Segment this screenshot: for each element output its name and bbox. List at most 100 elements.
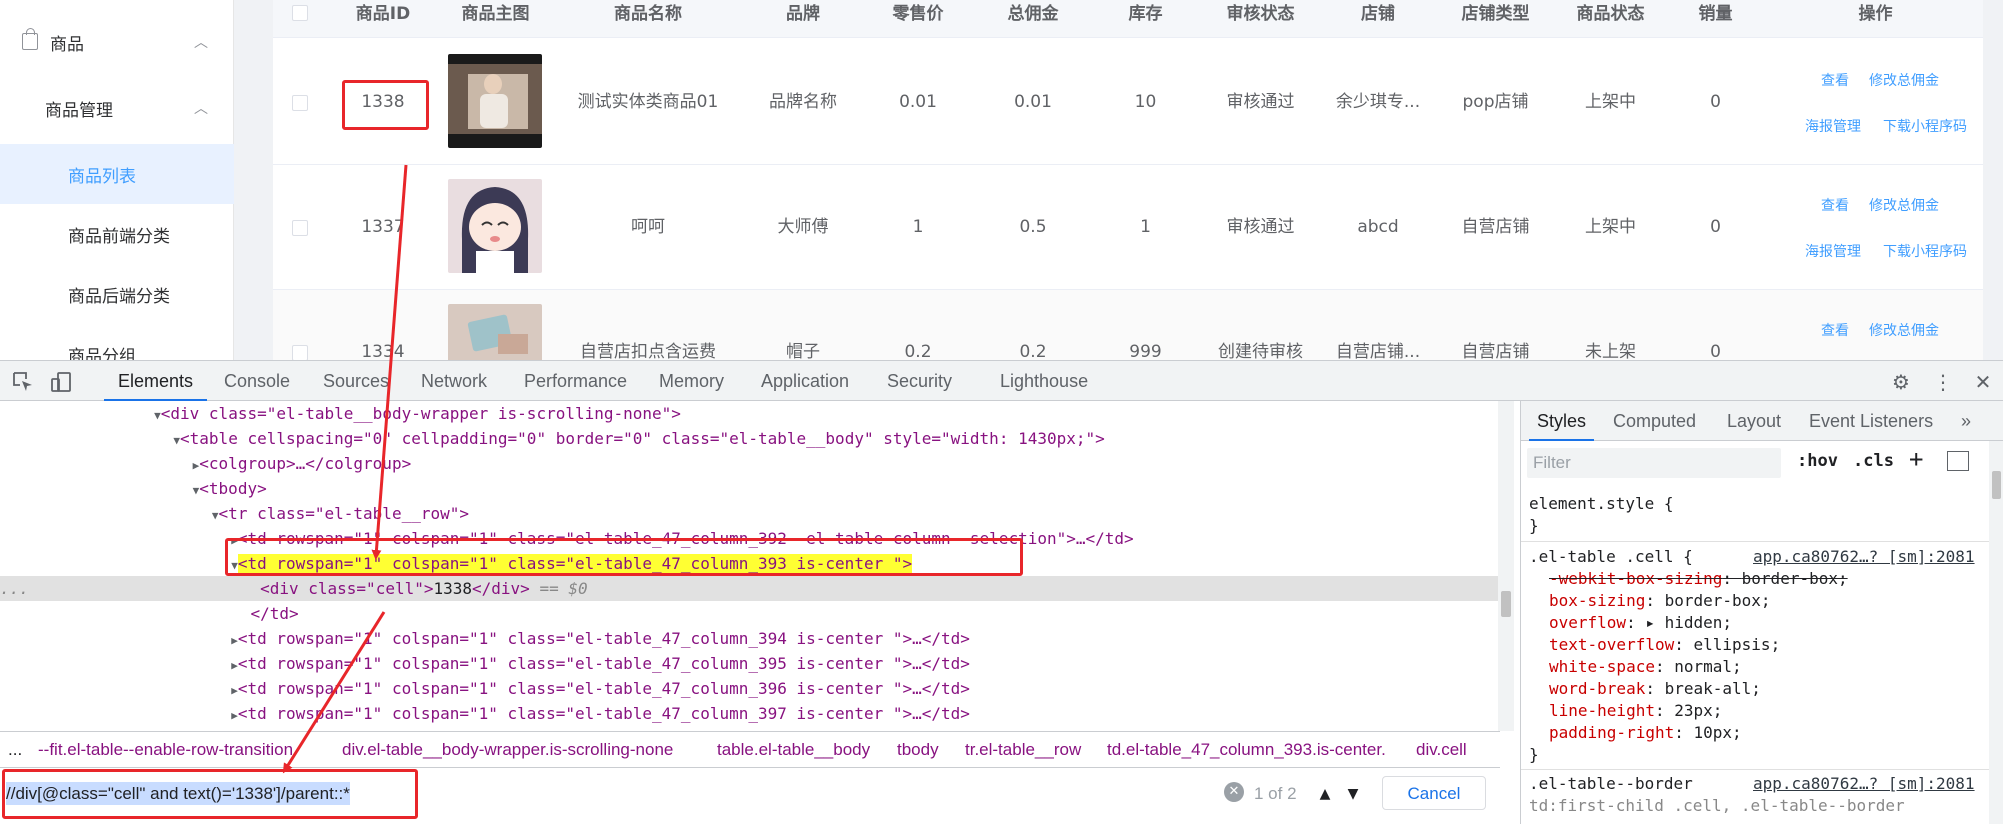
dom-scrollbar[interactable] xyxy=(1498,401,1514,731)
tab-event-listeners[interactable]: Event Listeners xyxy=(1809,401,1933,441)
dom-node[interactable]: </td> xyxy=(0,601,1500,626)
css-selector[interactable]: td:first-child .cell, .el-table--border xyxy=(1529,795,1905,817)
styles-tab-bar: Styles Computed Layout Event Listeners » xyxy=(1521,401,2003,441)
search-next-icon[interactable]: ▼ xyxy=(1340,778,1366,810)
css-value[interactable]: border-box; xyxy=(1665,591,1771,610)
more-options-icon[interactable]: ⋮ xyxy=(1932,371,1954,393)
close-icon[interactable]: ✕ xyxy=(1972,371,1994,393)
tab-overflow[interactable]: » xyxy=(1961,401,1971,441)
css-property[interactable]: line-height xyxy=(1549,701,1655,720)
select-all-checkbox[interactable] xyxy=(292,5,308,21)
sidebar-sub-goods-management[interactable]: 商品管理 ︿ xyxy=(0,78,234,138)
css-property[interactable]: padding-right xyxy=(1549,723,1674,742)
breadcrumb-item[interactable]: table.el-table__body xyxy=(717,732,870,767)
styles-filter-input[interactable]: Filter xyxy=(1527,448,1781,478)
css-selector[interactable]: .el-table--border xyxy=(1529,773,1693,795)
dom-node[interactable]: ▼<div class="el-table__body-wrapper is-s… xyxy=(0,401,1500,426)
css-value[interactable]: hidden; xyxy=(1665,613,1732,632)
css-property[interactable]: overflow xyxy=(1549,613,1626,632)
css-value[interactable]: break-all; xyxy=(1665,679,1761,698)
css-property[interactable]: white-space xyxy=(1549,657,1655,676)
poster-link[interactable]: 海报管理 xyxy=(1805,116,1861,136)
css-property[interactable]: word-break xyxy=(1549,679,1645,698)
settings-gear-icon[interactable]: ⚙ xyxy=(1890,371,1912,393)
row-checkbox[interactable] xyxy=(292,95,308,111)
sidebar-item-goods-list[interactable]: 商品列表 xyxy=(0,144,234,204)
dom-node[interactable]: ▶<td rowspan="1" colspan="1" class="el-t… xyxy=(0,701,1500,726)
inspect-element-icon[interactable] xyxy=(12,371,34,393)
hov-toggle[interactable]: :hov xyxy=(1797,451,1838,471)
dom-node-highlighted[interactable]: ▼<td rowspan="1" colspan="1" class="el-t… xyxy=(0,551,1500,576)
css-value[interactable]: 23px; xyxy=(1674,701,1722,720)
css-property[interactable]: box-sizing xyxy=(1549,591,1645,610)
tab-security[interactable]: Security xyxy=(887,361,952,401)
element-style-rule[interactable]: element.style { xyxy=(1529,493,1674,515)
tab-elements[interactable]: Elements xyxy=(103,361,208,401)
scrollbar-thumb[interactable] xyxy=(1992,471,2001,499)
dom-node[interactable]: ▶<td rowspan="1" colspan="1" class="el-t… xyxy=(0,526,1500,551)
dom-node[interactable]: ▶<td rowspan="1" colspan="1" class="el-t… xyxy=(0,676,1500,701)
tab-sources[interactable]: Sources xyxy=(323,361,389,401)
dom-node[interactable]: ▼<tr class="el-table__row"> xyxy=(0,501,1500,526)
xpath-search-input[interactable]: //div[@class="cell" and text()='1338']/p… xyxy=(6,778,1236,810)
css-value[interactable]: border-box; xyxy=(1742,569,1848,588)
cell-commission: 0.5 xyxy=(1019,217,1047,237)
tab-styles[interactable]: Styles xyxy=(1528,401,1595,441)
device-toolbar-icon[interactable] xyxy=(50,371,72,393)
css-selector[interactable]: .el-table .cell { xyxy=(1529,546,1693,568)
tab-layout[interactable]: Layout xyxy=(1727,401,1781,441)
search-prev-icon[interactable]: ▲ xyxy=(1312,778,1338,810)
download-code-link[interactable]: 下载小程序码 xyxy=(1883,241,1967,261)
css-value[interactable]: ellipsis; xyxy=(1694,635,1781,654)
dom-node[interactable]: ▼<table cellspacing="0" cellpadding="0" … xyxy=(0,426,1500,451)
breadcrumb-item[interactable]: td.el-table_47_column_393.is-center. xyxy=(1107,732,1386,767)
edit-commission-link[interactable]: 修改总佣金 xyxy=(1869,320,1939,340)
sidebar-group-label: 商品 xyxy=(50,34,84,55)
row-checkbox[interactable] xyxy=(292,220,308,236)
breadcrumb-item[interactable]: tr.el-table__row xyxy=(965,732,1081,767)
sidebar-item-goods-group[interactable]: 商品分组 xyxy=(0,324,234,361)
cell-shop-type: pop店铺 xyxy=(1462,92,1529,112)
row-checkbox[interactable] xyxy=(292,345,308,360)
add-rule-icon[interactable]: + xyxy=(1909,445,1923,473)
css-value[interactable]: normal; xyxy=(1674,657,1741,676)
tab-performance[interactable]: Performance xyxy=(524,361,627,401)
source-link[interactable]: app.ca80762…? [sm]:2081 xyxy=(1753,546,1975,568)
sidebar-item-back-category[interactable]: 商品后端分类 xyxy=(0,264,234,324)
toggle-sidebar-icon[interactable] xyxy=(1947,451,1969,471)
tab-console[interactable]: Console xyxy=(224,361,290,401)
sidebar-group-goods[interactable]: 商品 ︿ xyxy=(0,12,234,72)
search-cancel-button[interactable]: Cancel xyxy=(1382,776,1486,810)
sidebar-item-front-category[interactable]: 商品前端分类 xyxy=(0,204,234,264)
breadcrumb-item[interactable]: tbody xyxy=(897,732,939,767)
css-property[interactable]: text-overflow xyxy=(1549,635,1674,654)
css-value[interactable]: 10px; xyxy=(1694,723,1742,742)
edit-commission-link[interactable]: 修改总佣金 xyxy=(1869,195,1939,215)
tab-computed[interactable]: Computed xyxy=(1613,401,1696,441)
cls-toggle[interactable]: .cls xyxy=(1853,451,1894,471)
edit-commission-link[interactable]: 修改总佣金 xyxy=(1869,70,1939,90)
tab-lighthouse[interactable]: Lighthouse xyxy=(1000,361,1088,401)
styles-scrollbar[interactable] xyxy=(1989,441,2003,824)
dom-node-selected[interactable]: ... <div class="cell">1338</div> == $0 xyxy=(0,576,1500,601)
tab-memory[interactable]: Memory xyxy=(659,361,724,401)
css-property[interactable]: -webkit-box-sizing xyxy=(1549,569,1722,588)
tab-network[interactable]: Network xyxy=(421,361,487,401)
view-link[interactable]: 查看 xyxy=(1821,320,1849,340)
poster-link[interactable]: 海报管理 xyxy=(1805,241,1861,261)
scrollbar-thumb[interactable] xyxy=(1501,591,1511,617)
view-link[interactable]: 查看 xyxy=(1821,70,1849,90)
clear-search-icon[interactable]: ✕ xyxy=(1224,782,1244,802)
dom-node[interactable]: ▶<td rowspan="1" colspan="1" class="el-t… xyxy=(0,651,1500,676)
tab-application[interactable]: Application xyxy=(761,361,849,401)
view-link[interactable]: 查看 xyxy=(1821,195,1849,215)
breadcrumb-item[interactable]: div.el-table__body-wrapper.is-scrolling-… xyxy=(342,732,673,767)
breadcrumb-item[interactable]: div.cell xyxy=(1416,732,1467,767)
breadcrumb-more[interactable]: ... xyxy=(8,732,22,767)
dom-node[interactable]: ▶<colgroup>…</colgroup> xyxy=(0,451,1500,476)
breadcrumb-item[interactable]: --fit.el-table--enable-row-transition xyxy=(38,732,293,767)
source-link[interactable]: app.ca80762…? [sm]:2081 xyxy=(1753,773,1975,795)
dom-node[interactable]: ▶<td rowspan="1" colspan="1" class="el-t… xyxy=(0,626,1500,651)
dom-node[interactable]: ▼<tbody> xyxy=(0,476,1500,501)
download-code-link[interactable]: 下载小程序码 xyxy=(1883,116,1967,136)
